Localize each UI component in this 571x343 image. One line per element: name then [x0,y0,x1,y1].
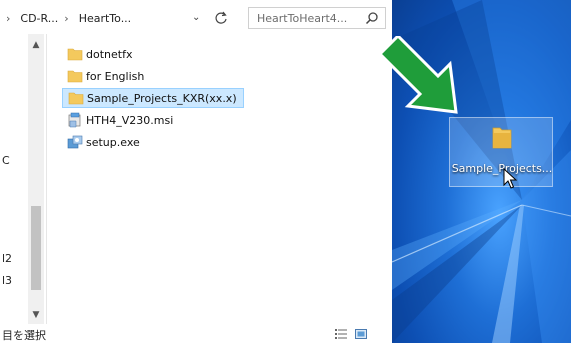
msi-installer-icon [68,112,81,128]
status-bar: 目を選択 [0,324,392,343]
screen: › CD-R... › HeartTo... ⌄ HeartToHeart4..… [0,0,571,343]
desktop-item-sample-projects[interactable]: Sample_Projects... [449,117,553,187]
address-bar[interactable]: › CD-R... › HeartTo... ⌄ [0,4,236,32]
folder-icon [67,48,83,61]
list-item-dotnetfx[interactable]: dotnetfx [62,44,322,64]
list-item-setup-exe[interactable]: setup.exe [62,132,322,152]
file-name: Sample_Projects_KXR(xx.x) [87,91,237,105]
desktop-item-label: Sample_Projects... [451,162,553,175]
nav-fragment: l3 [2,274,13,287]
list-item-msi[interactable]: HTH4_V230.msi [62,110,322,130]
large-icons-view-icon[interactable] [355,328,367,340]
breadcrumb-separator: › [64,11,69,25]
setup-exe-icon [67,135,83,149]
file-name: HTH4_V230.msi [86,113,174,127]
search-input[interactable]: HeartToHeart4... [248,7,386,29]
file-name: dotnetfx [86,47,133,61]
mouse-cursor-icon [503,168,517,189]
list-item-sample-projects[interactable]: Sample_Projects_KXR(xx.x) [62,88,244,108]
list-item-for-english[interactable]: for English [62,66,322,86]
scroll-up-icon[interactable]: ▲ [28,38,44,52]
chevron-down-icon[interactable]: ⌄ [192,12,200,23]
drag-direction-arrow-icon [380,36,458,114]
folder-icon [68,92,84,105]
breadcrumb-separator: › [6,11,11,25]
scroll-thumb[interactable] [31,206,41,290]
nav-scrollbar[interactable]: ▲ ▼ [28,34,44,324]
status-text: 目を選択 [2,329,46,342]
file-explorer-window: › CD-R... › HeartTo... ⌄ HeartToHeart4..… [0,0,392,343]
file-name: for English [86,69,145,83]
file-list: dotnetfx for English Sample_Projects_KXR… [62,44,322,154]
navigation-pane: C l2 l3 ▲ ▼ [0,34,47,324]
nav-fragment: l2 [2,252,13,265]
breadcrumb-heartto[interactable]: HeartTo... [79,12,132,25]
refresh-icon[interactable] [212,9,230,27]
folder-icon [492,127,512,149]
scroll-down-icon[interactable]: ▼ [28,308,44,322]
details-view-icon[interactable] [335,328,347,340]
nav-fragment: C [2,154,10,167]
search-icon[interactable] [365,11,379,25]
folder-icon [67,70,83,83]
breadcrumb-cd-r[interactable]: CD-R... [20,12,58,25]
search-placeholder: HeartToHeart4... [257,11,348,25]
file-name: setup.exe [86,135,140,149]
